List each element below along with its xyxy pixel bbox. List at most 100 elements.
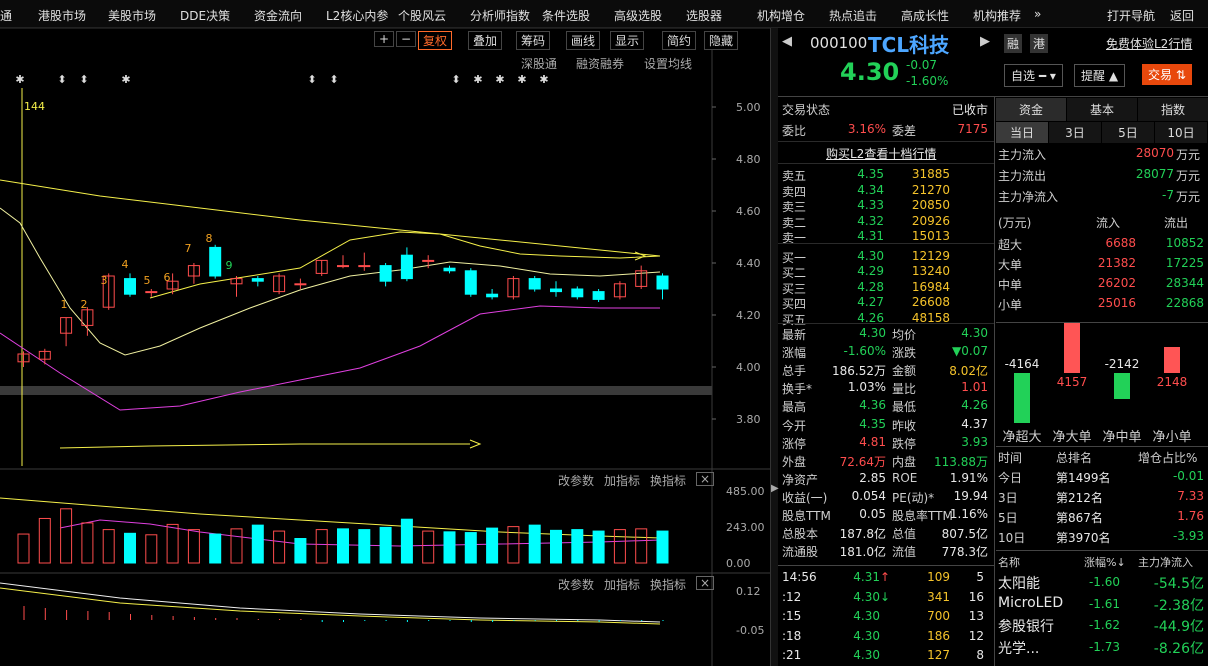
sequence-number: 3 <box>101 274 108 287</box>
remind-button[interactable]: 提醒 ▲ <box>1074 64 1126 87</box>
stat-value: 3.93 <box>961 434 988 449</box>
menu-item[interactable]: 返回 <box>1170 7 1194 24</box>
orderbook-price: 4.35 <box>857 167 884 181</box>
day-tab[interactable]: 当日 <box>996 122 1048 143</box>
stat-value: 4.35 <box>859 416 886 431</box>
day-tab[interactable]: 10日 <box>1155 122 1207 143</box>
tick-price: 4.30 <box>853 589 880 604</box>
concept-name[interactable]: MicroLED <box>998 595 1063 611</box>
tab-资金[interactable]: 资金 <box>996 98 1066 121</box>
zoom-in-button[interactable]: + <box>374 31 395 47</box>
menu-item[interactable]: 机构推荐 <box>973 7 1021 24</box>
orderbook-price: 4.34 <box>857 182 884 197</box>
menu-item[interactable]: 个股风云 <box>398 7 446 24</box>
tab-指数[interactable]: 指数 <box>1138 98 1208 121</box>
menu-item[interactable]: 热点追击 <box>829 7 877 24</box>
display-button[interactable]: 显示 <box>610 31 645 50</box>
concept-name[interactable]: 参股银行 <box>998 616 1054 636</box>
weicha-value: 7175 <box>957 122 988 136</box>
menu-item[interactable]: 分析师指数 <box>470 7 530 24</box>
menu-item[interactable]: 通 <box>0 7 12 24</box>
draw-line-button[interactable]: 画线 <box>566 31 601 50</box>
net-flow-label: 净中单 <box>1102 430 1142 445</box>
volume-bar <box>230 528 243 564</box>
buy-l2-link[interactable]: 购买L2查看十档行情 <box>826 145 936 162</box>
fuquan-button[interactable]: 复权 <box>418 31 453 50</box>
l2-trial-link[interactable]: 免费体验L2行情 <box>1106 35 1192 52</box>
tick-volume: 109 <box>927 570 950 584</box>
chouma-button[interactable]: 筹码 <box>516 31 551 50</box>
stat-label: 最低 <box>892 400 917 415</box>
close-indicator-icon[interactable]: × <box>696 472 715 486</box>
stat-label: ROE <box>892 470 918 485</box>
candle-body <box>422 259 435 262</box>
kline-chart-area[interactable]: 5.00 4.80 4.60 4.40 4.20 4.00 3.80 144 ✱ ⬍ ⬍ ✱ ⬍ ⬍ ⬍ ✱ ✱… <box>0 28 770 666</box>
tick-price: 4.30 <box>853 609 880 623</box>
gang-badge[interactable]: 港 <box>1030 34 1049 53</box>
zoom-out-button[interactable]: − <box>396 31 417 47</box>
menu-item[interactable]: » <box>1034 7 1041 21</box>
stat-label: 流通股 <box>782 545 819 560</box>
sep-line <box>778 323 994 324</box>
next-stock-icon[interactable]: ▶ <box>980 34 990 49</box>
panel-divider[interactable]: ▶ <box>770 28 779 666</box>
menu-item[interactable]: L2核心内参 <box>326 7 388 24</box>
trade-button[interactable]: 交易 ⇅ <box>1142 64 1192 85</box>
projection-line <box>59 443 470 449</box>
marker-symbol: ⬍ <box>451 73 460 86</box>
volume-tick-label: 243.00 <box>726 521 765 534</box>
concept-netflow: -2.38亿 <box>1153 597 1204 614</box>
orderbook-level-label: 卖五 <box>782 169 807 183</box>
sep-line <box>996 322 1208 323</box>
rong-badge[interactable]: 融 <box>1004 34 1023 53</box>
change-param-link[interactable]: 改参数 <box>558 472 594 489</box>
price-change: -0.07 <box>906 58 938 72</box>
menu-item[interactable]: 高成长性 <box>901 7 949 24</box>
concept-header[interactable]: 涨幅%↓ <box>1084 554 1126 570</box>
menu-item[interactable]: 打开导航 <box>1107 7 1155 24</box>
kline-chart-svg[interactable]: 5.00 4.80 4.60 4.40 4.20 4.00 3.80 144 ✱ ⬍ ⬍ ✱ ⬍ ⬍ ⬍ ✱ ✱… <box>0 28 770 666</box>
watchlist-button[interactable]: 自选 ━ ▾ <box>1004 64 1063 87</box>
add-indicator-link[interactable]: 加指标 <box>604 576 640 593</box>
simple-button[interactable]: 简约 <box>662 31 697 50</box>
menu-item[interactable]: 机构增仓 <box>757 7 805 24</box>
day-tab[interactable]: 3日 <box>1049 122 1101 143</box>
menu-item[interactable]: 美股市场 <box>108 7 156 24</box>
net-flow-value: 2148 <box>1156 375 1188 389</box>
stat-label: 外盘 <box>782 454 807 469</box>
hide-button[interactable]: 隐藏 <box>704 31 739 50</box>
price-tick-label: 3.80 <box>736 413 761 426</box>
sep-line <box>778 141 994 142</box>
change-param-link[interactable]: 改参数 <box>558 576 594 593</box>
switch-indicator-link[interactable]: 换指标 <box>650 472 686 489</box>
concept-name[interactable]: 太阳能 <box>998 573 1040 593</box>
menu-item[interactable]: 高级选股 <box>614 7 662 24</box>
rank-period: 3日 <box>998 491 1018 505</box>
menu-item[interactable]: 条件选股 <box>542 7 590 24</box>
rank-ratio: 1.76 <box>1177 509 1204 523</box>
tab-基本[interactable]: 基本 <box>1067 98 1137 121</box>
volume-bar <box>124 532 136 564</box>
menu-item[interactable]: DDE决策 <box>180 7 230 24</box>
close-indicator-icon[interactable]: × <box>696 576 715 590</box>
sgt-link[interactable]: 深股通 <box>521 55 557 72</box>
concept-header: 名称 <box>998 556 1020 569</box>
candle-body <box>571 288 584 298</box>
add-indicator-link[interactable]: 加指标 <box>604 472 640 489</box>
volume-bar <box>38 517 51 564</box>
day-tab[interactable]: 5日 <box>1102 122 1154 143</box>
menu-item[interactable]: 港股市场 <box>38 7 86 24</box>
prev-stock-icon[interactable]: ◀ <box>782 34 792 49</box>
rzrq-link[interactable]: 融资融券 <box>576 55 624 72</box>
menu-item[interactable]: 资金流向 <box>254 7 302 24</box>
rank-period: 今日 <box>998 471 1023 485</box>
concept-name[interactable]: 光学... <box>998 638 1039 658</box>
volume-bar <box>294 538 307 564</box>
orderbook-volume: 16984 <box>911 279 950 294</box>
rank-position: 第3970名 <box>1056 531 1111 545</box>
macd-dea-line <box>0 587 661 625</box>
switch-indicator-link[interactable]: 换指标 <box>650 576 686 593</box>
set-ma-link[interactable]: 设置均线 <box>644 55 692 72</box>
menu-item[interactable]: 选股器 <box>686 7 722 24</box>
overlay-button[interactable]: 叠加 <box>468 31 503 50</box>
